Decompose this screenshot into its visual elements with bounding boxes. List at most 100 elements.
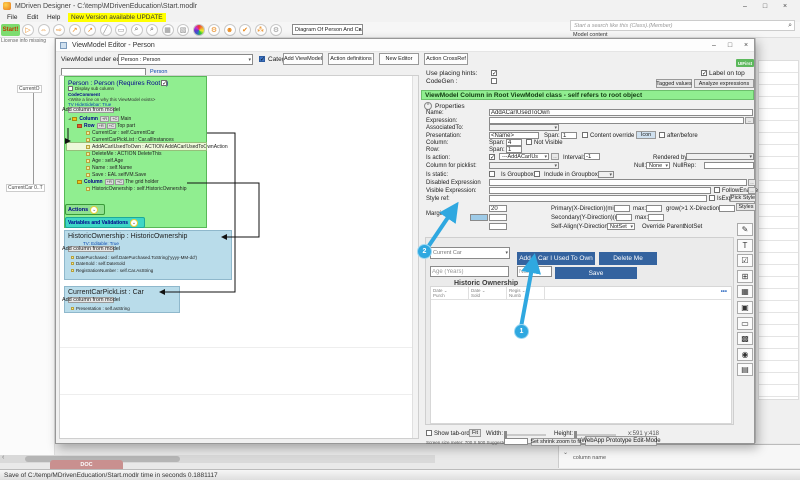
properties-expander[interactable]: ^: [424, 102, 432, 110]
variables-expander-icon[interactable]: ⌄: [130, 219, 138, 227]
combobox-icon[interactable]: ⊞: [737, 270, 753, 283]
tree-item[interactable]: HistoricOwnership : self.HistoricOwnersh…: [67, 185, 206, 192]
update-banner[interactable]: New Version available UPDATE: [68, 13, 166, 22]
calendar-icon[interactable]: ▦: [737, 285, 753, 298]
historic-ownership-panel[interactable]: HistoricOwnership : HistoricOwnership TV…: [64, 230, 232, 280]
camera-icon[interactable]: ◉: [737, 348, 753, 361]
margin-bottom-input[interactable]: [489, 223, 507, 230]
visible-expression-input[interactable]: [489, 187, 711, 194]
add-row-badge[interactable]: +R: [105, 179, 114, 185]
network-icon[interactable]: ⁂: [255, 24, 267, 36]
label-on-top-checkbox[interactable]: [701, 70, 707, 76]
editor-close-button[interactable]: ×: [738, 40, 754, 50]
tree-expander-icon[interactable]: ⊿: [68, 116, 71, 121]
doc-tab[interactable]: DOC: [50, 460, 123, 469]
age-input[interactable]: [430, 266, 509, 277]
tree-item[interactable]: Column+R+CThe grid holder: [67, 178, 206, 185]
categ-checkbox[interactable]: [259, 56, 265, 62]
historic-grid[interactable]: Date ⌄PurchDate ⌄SoldRegis ⌄Numb •••: [430, 286, 732, 424]
person-icon[interactable]: ☻: [224, 24, 236, 36]
secondary-min-input[interactable]: [616, 214, 632, 221]
visible-ellipsis-button[interactable]: ...: [748, 187, 756, 194]
grow-input[interactable]: [719, 205, 735, 212]
expression-input[interactable]: [489, 117, 744, 124]
show-tab-order-checkbox[interactable]: [426, 430, 432, 436]
image-icon[interactable]: ▩: [737, 332, 753, 345]
button-icon[interactable]: ▭: [737, 317, 753, 330]
name-preview-input[interactable]: [517, 266, 552, 277]
requires-root-checkbox[interactable]: [161, 80, 167, 86]
icon-button[interactable]: Icon: [636, 131, 656, 139]
picklist-add-column-button[interactable]: Add column from model: [68, 297, 114, 303]
width-slider[interactable]: [504, 434, 546, 436]
text-icon[interactable]: T: [737, 239, 753, 252]
after-before-checkbox[interactable]: [659, 132, 665, 138]
styles-button[interactable]: Styles: [736, 203, 756, 211]
tree-item[interactable]: Row+R+CTop part: [67, 122, 206, 129]
tagged-values-button[interactable]: Tagged values: [656, 79, 692, 88]
add-column-badge[interactable]: +C: [115, 179, 124, 185]
panel-column-row[interactable]: Presentation : self.asString: [67, 305, 179, 312]
check-circle-icon[interactable]: ✔: [239, 24, 251, 36]
tree-item[interactable]: DeleteMe : ACTION DeleteThis: [67, 150, 206, 157]
start-button[interactable]: Start!: [1, 24, 20, 36]
grid-menu-button[interactable]: •••: [721, 289, 727, 295]
checkbox-icon[interactable]: ☑: [737, 254, 753, 267]
use-placing-hints-checkbox[interactable]: [491, 70, 497, 76]
root-viewmodel-panel[interactable]: Person : Person (Requires Root) Display …: [64, 76, 207, 228]
display-sub-column-checkbox[interactable]: [68, 86, 73, 91]
action-combo[interactable]: ---AddACarIUs: [499, 153, 549, 160]
settings-gear-icon[interactable]: ⚙: [270, 24, 282, 36]
follow-enable-checkbox[interactable]: [714, 187, 720, 193]
pointer-dart-icon[interactable]: ↗: [69, 24, 81, 36]
grid-icon[interactable]: ▦: [162, 24, 174, 36]
run-play-icon[interactable]: ▷: [22, 24, 34, 36]
self-align-combo[interactable]: NotSet: [607, 223, 635, 230]
nullrep-input[interactable]: [704, 162, 754, 169]
grid-column-header[interactable]: Regis ⌄Numb: [507, 287, 545, 299]
back-arrow-icon[interactable]: ⇔: [38, 24, 50, 36]
actions-expander-icon[interactable]: ⌄: [90, 206, 98, 214]
tree-item[interactable]: AddACarIUsedToOwn : ACTION AddACarIUsedT…: [67, 143, 206, 150]
primary-min-input[interactable]: [614, 205, 630, 212]
column-span-input[interactable]: [506, 139, 522, 146]
color-wheel-icon[interactable]: [193, 24, 205, 36]
historic-add-column-button[interactable]: Add column from model: [68, 246, 114, 252]
tree-item[interactable]: CurrentCar : self.CurrentCar: [67, 129, 206, 136]
content-override-checkbox[interactable]: [582, 132, 588, 138]
grid-column-header[interactable]: Date ⌄Purch: [431, 287, 469, 299]
screen-icon[interactable]: ▭: [115, 24, 127, 36]
current-car-combo[interactable]: Current Car: [430, 247, 510, 259]
add-column-badge[interactable]: +C: [107, 123, 116, 129]
margin-top-input[interactable]: [489, 205, 507, 212]
associated-to-combo[interactable]: [489, 124, 559, 131]
pointer-dart-alt-icon[interactable]: ↗: [84, 24, 96, 36]
null-combo[interactable]: None: [646, 162, 670, 169]
suggested-zoom-input[interactable]: [504, 438, 528, 445]
new-editor-button[interactable]: New Editor: [379, 53, 419, 65]
action-ellipsis-button[interactable]: ...: [551, 153, 559, 160]
app-maximize-button[interactable]: □: [757, 1, 773, 11]
editor-maximize-button[interactable]: □: [722, 40, 738, 50]
delete-me-button[interactable]: Delete Me: [599, 252, 657, 265]
edit-pencil-icon[interactable]: ✎: [737, 223, 753, 236]
presentation-span-input[interactable]: [561, 132, 577, 139]
diagram-selector[interactable]: Diagram Of Person And Car: [292, 24, 363, 35]
isexp-checkbox[interactable]: [709, 195, 715, 201]
tree-item[interactable]: CurrentCarPickList : Car.allInstances: [67, 136, 206, 143]
printer-icon[interactable]: ▤: [737, 363, 753, 376]
is-groupbox-checkbox[interactable]: [534, 171, 540, 177]
tree-item[interactable]: Age : self.Age: [67, 157, 206, 164]
shrink-zoom-button[interactable]: Set shrink zoom to fit: [531, 438, 581, 446]
picklist-panel[interactable]: CurrentCarPickList : Car Add column from…: [64, 286, 180, 313]
presentation-input[interactable]: [489, 132, 539, 139]
codegen-checkbox[interactable]: [491, 78, 497, 84]
webapp-prototype-button[interactable]: WebApp Prototype Edit-Mode: [585, 436, 657, 446]
add-row-badge[interactable]: +R: [100, 116, 109, 122]
menu-help[interactable]: Help: [47, 14, 60, 21]
add-row-badge[interactable]: +R: [97, 123, 106, 129]
draw-line-icon[interactable]: ╱: [100, 24, 112, 36]
zoom-out-icon[interactable]: ⌕: [146, 24, 158, 36]
add-viewmodel-button[interactable]: Add ViewModel: [283, 53, 323, 65]
grid-column-header[interactable]: Date ⌄Sold: [469, 287, 507, 299]
